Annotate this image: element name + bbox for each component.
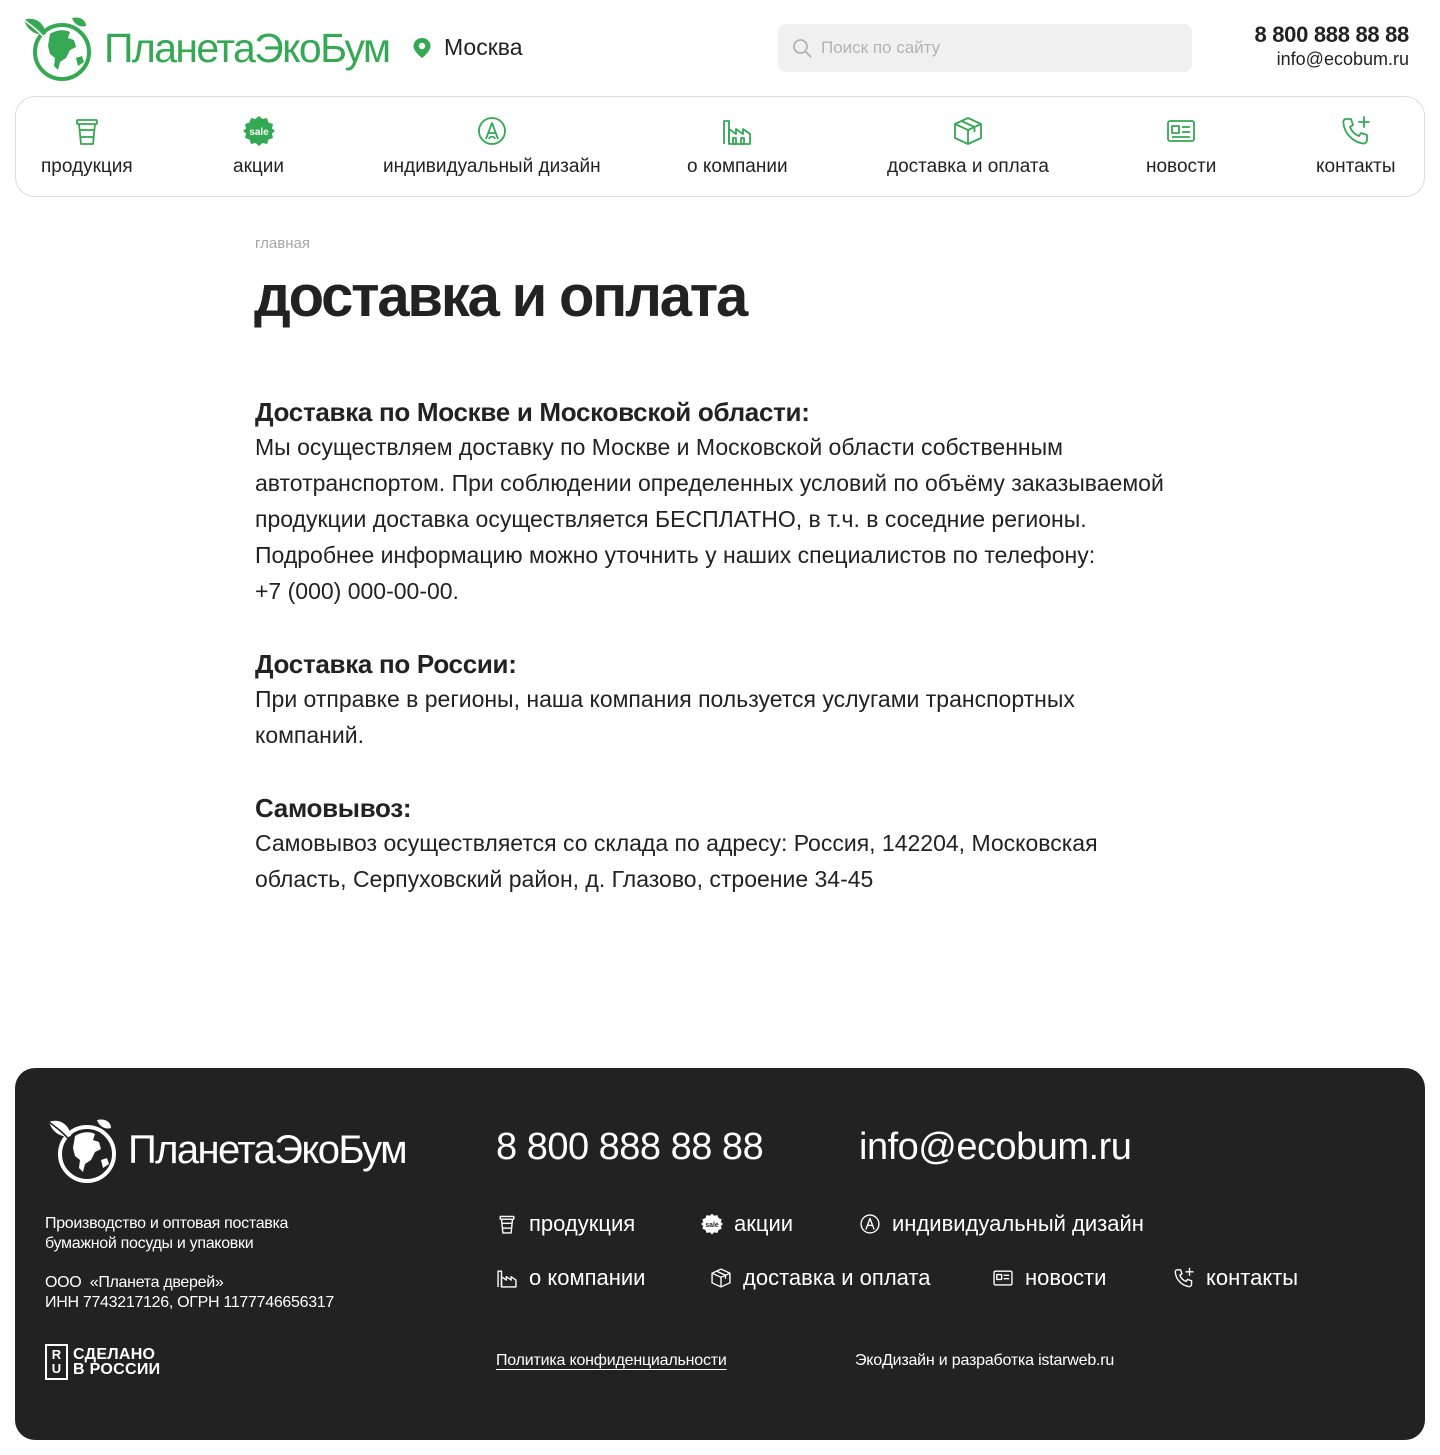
main-nav: продукция sale акции индивидуальный диза… — [15, 96, 1425, 197]
footer-nav-label: контакты — [1206, 1265, 1299, 1290]
header-contacts: 8 800 888 88 88 info@ecobum.ru — [1254, 22, 1409, 72]
footer-nav-delivery[interactable]: доставка и оплата — [710, 1265, 930, 1291]
nav-item-custom-design[interactable]: индивидуальный дизайн — [383, 97, 601, 196]
box-icon — [954, 117, 982, 145]
footer-nav-label: новости — [1025, 1265, 1107, 1290]
cup-icon — [75, 119, 98, 145]
footer-description-line: Производство и оптовая поставка — [45, 1215, 289, 1232]
footer-company-ids: ИНН 7743217126, ОГРН 1177746656317 — [45, 1294, 335, 1311]
footer-logo-link[interactable]: ПланетаЭкоБум — [45, 1116, 408, 1184]
design-icon — [860, 1214, 880, 1234]
footer-company-info: ООО «Планета дверей» ИНН 7743217126, ОГР… — [45, 1273, 334, 1313]
nav-item-sales[interactable]: sale акции — [233, 97, 284, 196]
newspaper-icon — [993, 1270, 1013, 1286]
footer-nav-label: доставка и оплата — [743, 1265, 931, 1290]
svg-text:sale: sale — [705, 1222, 719, 1229]
search-icon — [793, 39, 812, 58]
footer-description-line: бумажной посуды и упаковки — [45, 1235, 254, 1252]
box-icon — [711, 1268, 731, 1288]
section-russia-delivery: Доставка по России: При отправке в регио… — [255, 647, 1185, 753]
city-name: Москва — [444, 34, 523, 60]
nav-item-delivery[interactable]: доставка и оплата — [887, 97, 1049, 196]
section-paragraph: Подробнее информацию можно уточнить у на… — [255, 542, 1096, 568]
nav-label: доставка и оплата — [887, 156, 1049, 177]
newspaper-icon — [1167, 120, 1196, 142]
privacy-policy-link[interactable]: Политика конфиденциальности — [496, 1352, 727, 1370]
nav-item-about[interactable]: о компании — [687, 97, 788, 196]
footer-nav-contacts[interactable]: контакты — [1173, 1265, 1298, 1291]
footer-phone-link[interactable]: 8 800 888 88 88 — [496, 1126, 764, 1169]
footer-email-link[interactable]: info@ecobum.ru — [859, 1126, 1132, 1169]
footer-nav-about[interactable]: о компании — [496, 1265, 645, 1291]
section-pickup: Самовывоз: Самовывоз осуществляется со с… — [255, 791, 1185, 897]
header-phone-link[interactable]: 8 800 888 88 88 — [1254, 22, 1409, 47]
made-in-russia-text: СДЕЛАНО В РОССИИ — [73, 1346, 161, 1378]
city-selector[interactable]: Москва — [412, 34, 523, 61]
ru-box-icon: R U — [45, 1344, 68, 1380]
nav-item-products[interactable]: продукция — [41, 97, 133, 196]
footer-nav-label: о компании — [529, 1265, 646, 1290]
section-heading: Доставка по Москве и Московской области: — [255, 397, 810, 427]
breadcrumb-home[interactable]: главная — [255, 235, 310, 252]
footer-nav-sales[interactable]: sale акции — [701, 1211, 793, 1237]
cup-icon — [499, 1215, 515, 1234]
ru-box-letter: U — [51, 1361, 62, 1376]
page-title: доставка и оплата — [254, 264, 748, 329]
nav-item-contacts[interactable]: контакты — [1316, 97, 1396, 196]
footer-nav-label: индивидуальный дизайн — [892, 1211, 1144, 1236]
ru-box-letter: R — [51, 1347, 62, 1362]
section-paragraph: Мы осуществляем доставку по Москве и Мос… — [255, 434, 1164, 532]
nav-label: новости — [1146, 156, 1217, 177]
footer-nav-label: продукция — [529, 1211, 636, 1236]
made-in-russia-badge: R U СДЕЛАНО В РОССИИ — [45, 1344, 160, 1380]
site-footer: ПланетаЭкоБум Производство и оптовая пос… — [15, 1068, 1425, 1440]
footer-company-name: ООО «Планета дверей» — [45, 1274, 224, 1291]
search-input[interactable] — [821, 38, 1181, 58]
globe-leaf-logo-icon — [23, 17, 91, 81]
phone-plus-icon — [1342, 116, 1370, 145]
nav-label: индивидуальный дизайн — [383, 156, 601, 177]
made-in-line: В РОССИИ — [73, 1361, 161, 1378]
design-icon — [477, 117, 506, 145]
factory-icon — [497, 1270, 517, 1288]
footer-nav-custom-design[interactable]: индивидуальный дизайн — [859, 1211, 1144, 1237]
section-phone: +7 (000) 000-00-00. — [255, 578, 459, 604]
header-email-link[interactable]: info@ecobum.ru — [1254, 47, 1409, 72]
developer-credit-link[interactable]: ЭкоДизайн и разработка istarweb.ru — [855, 1352, 1114, 1370]
globe-leaf-logo-icon — [48, 1119, 116, 1183]
nav-label: о компании — [687, 156, 788, 177]
section-heading: Самовывоз: — [255, 793, 412, 823]
sale-badge-icon: sale — [242, 116, 275, 146]
footer-logo-text: ПланетаЭкоБум — [128, 1127, 408, 1172]
page-content: Доставка по Москве и Московской области:… — [255, 395, 1185, 897]
phone-plus-icon — [1174, 1267, 1194, 1288]
section-heading: Доставка по России: — [255, 649, 517, 679]
site-header: ПланетаЭкоБум Москва 8 800 888 88 88 inf… — [0, 0, 1440, 96]
search-box — [778, 24, 1192, 72]
logo-text: ПланетаЭкоБум — [104, 24, 391, 71]
footer-nav-products[interactable]: продукция — [496, 1211, 635, 1237]
section-moscow-delivery: Доставка по Москве и Московской области:… — [255, 395, 1185, 609]
nav-item-news[interactable]: новости — [1146, 97, 1216, 196]
factory-icon — [723, 120, 752, 145]
nav-label: контакты — [1316, 156, 1396, 177]
made-in-line: СДЕЛАНО — [73, 1346, 156, 1363]
location-pin-icon — [413, 37, 431, 58]
section-paragraph: Самовывоз осуществляется со склада по ад… — [255, 830, 1098, 892]
footer-description: Производство и оптовая поставка бумажной… — [45, 1214, 345, 1254]
site-logo-link[interactable]: ПланетаЭкоБум — [20, 14, 391, 82]
section-paragraph: При отправке в регионы, наша компания по… — [255, 686, 1075, 748]
nav-label: продукция — [41, 156, 133, 177]
footer-nav-news[interactable]: новости — [992, 1265, 1106, 1291]
svg-text:sale: sale — [249, 127, 269, 138]
sale-badge-icon: sale — [701, 1213, 723, 1235]
footer-nav-label: акции — [734, 1211, 794, 1236]
nav-label: акции — [233, 156, 284, 177]
